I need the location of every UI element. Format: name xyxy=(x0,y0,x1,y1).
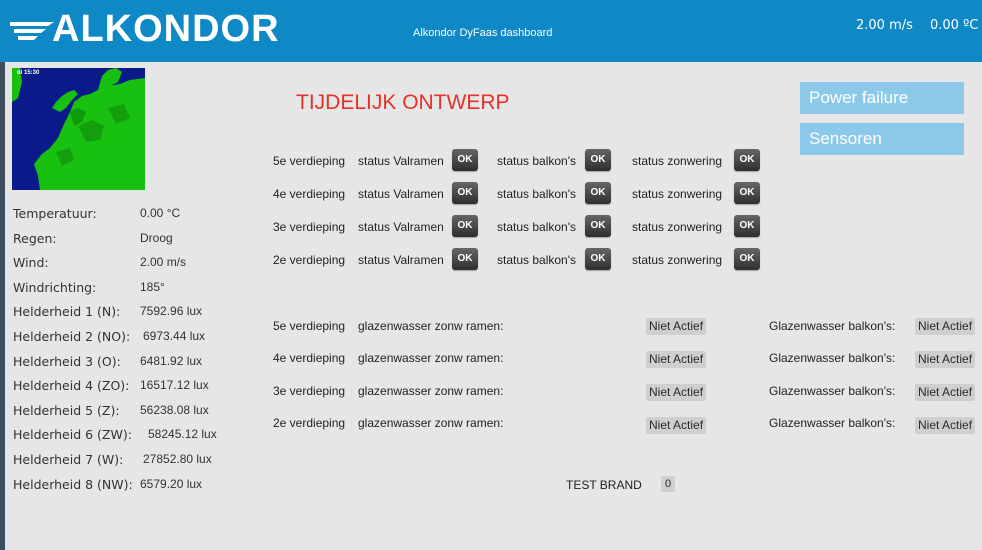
weather-row-wind: Wind: 2.00 m/s xyxy=(13,255,223,275)
valramen-ok-button[interactable]: OK xyxy=(452,182,478,204)
status-floor-label: 4e verdieping xyxy=(273,187,346,201)
status-balkon-label: status balkon's xyxy=(497,187,577,201)
status-floor-label: 5e verdieping xyxy=(273,154,346,168)
weather-value: 56238.08 lux xyxy=(140,403,209,417)
status-zonwering-label: status zonwering xyxy=(632,154,723,168)
weather-row-helderheid-6: Helderheid 6 (ZW): 58245.12 lux xyxy=(13,427,223,447)
washer-zonw-status: Niet Actief xyxy=(646,351,707,368)
washer-balkon-status: Niet Actief xyxy=(915,318,976,335)
balkon-ok-button[interactable]: OK xyxy=(585,182,611,204)
weather-label: Regen: xyxy=(13,231,57,246)
washer-balkon-status: Niet Actief xyxy=(915,417,976,434)
status-valramen-label: status Valramen xyxy=(358,187,444,201)
weather-label: Helderheid 4 (ZO): xyxy=(13,378,130,393)
status-balkon-label: status balkon's xyxy=(497,154,577,168)
washer-balkon-label: Glazenwasser balkon's: xyxy=(769,384,896,398)
status-valramen-label: status Valramen xyxy=(358,154,444,168)
status-zonwering-label: status zonwering xyxy=(632,253,723,267)
washer-floor-label: 3e verdieping xyxy=(273,384,346,398)
weather-row-helderheid-3: Helderheid 3 (O): 6481.92 lux xyxy=(13,354,223,374)
balkon-ok-button[interactable]: OK xyxy=(585,215,611,237)
status-balkon-label: status balkon's xyxy=(497,253,577,267)
washer-zonw-label: glazenwasser zonw ramen: xyxy=(358,416,504,430)
zonwering-ok-button[interactable]: OK xyxy=(734,149,760,171)
washer-balkon-label: Glazenwasser balkon's: xyxy=(769,351,896,365)
weather-row-windrichting: Windrichting: 185° xyxy=(13,280,223,300)
power-failure-button[interactable]: Power failure xyxy=(800,82,964,114)
map-time-label: di 15:30 xyxy=(17,70,40,76)
status-floor-label: 2e verdieping xyxy=(273,253,346,267)
washer-zonw-label: glazenwasser zonw ramen: xyxy=(358,319,504,333)
test-brand-value: 0 xyxy=(661,476,675,492)
washer-zonw-label: glazenwasser zonw ramen: xyxy=(358,384,504,398)
washer-balkon-status: Niet Actief xyxy=(915,384,976,401)
washer-zonw-status: Niet Actief xyxy=(646,318,707,335)
weather-value: 58245.12 lux xyxy=(148,427,217,441)
weather-label: Helderheid 5 (Z): xyxy=(13,403,120,418)
weather-label: Helderheid 1 (N): xyxy=(13,304,121,319)
weather-row-regen: Regen: Droog xyxy=(13,231,223,251)
header-wind-speed: 2.00 m/s xyxy=(856,18,913,33)
weather-value: 2.00 m/s xyxy=(140,255,187,269)
logo-text: ALKONDOR xyxy=(52,8,280,50)
weather-label: Wind: xyxy=(13,255,49,270)
status-valramen-label: status Valramen xyxy=(358,253,444,267)
zonwering-ok-button[interactable]: OK xyxy=(734,248,760,270)
washer-balkon-status: Niet Actief xyxy=(915,351,976,368)
status-floor-label: 3e verdieping xyxy=(273,220,346,234)
weather-label: Temperatuur: xyxy=(13,206,97,221)
header-bar: ALKONDOR Alkondor DyFaas dashboard 2.00 … xyxy=(0,0,982,62)
washer-zonw-status: Niet Actief xyxy=(646,384,707,401)
washer-floor-label: 4e verdieping xyxy=(273,351,346,365)
left-edge-strip xyxy=(0,0,5,550)
weather-label: Helderheid 6 (ZW): xyxy=(13,427,132,442)
weather-row-helderheid-7: Helderheid 7 (W): 27852.80 lux xyxy=(13,452,223,472)
status-zonwering-label: status zonwering xyxy=(632,220,723,234)
status-valramen-label: status Valramen xyxy=(358,220,444,234)
weather-value: 6579.20 lux xyxy=(140,477,203,491)
weather-row-temperatuur: Temperatuur: 0.00 °C xyxy=(13,206,223,226)
header-temperature: 0.00 ºC xyxy=(930,18,979,33)
alkondor-logo: ALKONDOR xyxy=(8,6,279,54)
weather-value: 27852.80 lux xyxy=(143,452,212,466)
weather-value: 7592.96 lux xyxy=(140,304,203,318)
washer-zonw-label: glazenwasser zonw ramen: xyxy=(358,351,504,365)
weather-value: 0.00 °C xyxy=(140,206,181,220)
washer-zonw-status: Niet Actief xyxy=(646,417,707,434)
status-zonwering-label: status zonwering xyxy=(632,187,723,201)
balkon-ok-button[interactable]: OK xyxy=(585,149,611,171)
weather-value: 185° xyxy=(140,280,165,294)
weather-label: Helderheid 8 (NW): xyxy=(13,477,133,492)
dashboard-title: Alkondor DyFaas dashboard xyxy=(413,27,553,39)
weather-row-helderheid-8: Helderheid 8 (NW): 6579.20 lux xyxy=(13,477,223,497)
status-balkon-label: status balkon's xyxy=(497,220,577,234)
washer-floor-label: 5e verdieping xyxy=(273,319,346,333)
zonwering-ok-button[interactable]: OK xyxy=(734,182,760,204)
weather-radar-map xyxy=(12,68,145,190)
weather-value: 6973.44 lux xyxy=(143,329,206,343)
weather-row-helderheid-5: Helderheid 5 (Z): 56238.08 lux xyxy=(13,403,223,423)
valramen-ok-button[interactable]: OK xyxy=(452,215,478,237)
weather-label: Helderheid 7 (W): xyxy=(13,452,124,467)
washer-floor-label: 2e verdieping xyxy=(273,416,346,430)
weather-value: Droog xyxy=(140,231,173,245)
weather-row-helderheid-4: Helderheid 4 (ZO): 16517.12 lux xyxy=(13,378,223,398)
weather-label: Helderheid 2 (NO): xyxy=(13,329,131,344)
sensoren-button[interactable]: Sensoren xyxy=(800,123,964,155)
weather-value: 6481.92 lux xyxy=(140,354,203,368)
weather-row-helderheid-2: Helderheid 2 (NO): 6973.44 lux xyxy=(13,329,223,349)
zonwering-ok-button[interactable]: OK xyxy=(734,215,760,237)
washer-balkon-label: Glazenwasser balkon's: xyxy=(769,416,896,430)
weather-label: Windrichting: xyxy=(13,280,97,295)
weather-label: Helderheid 3 (O): xyxy=(13,354,121,369)
weather-row-helderheid-1: Helderheid 1 (N): 7592.96 lux xyxy=(13,304,223,324)
valramen-ok-button[interactable]: OK xyxy=(452,248,478,270)
balkon-ok-button[interactable]: OK xyxy=(585,248,611,270)
washer-balkon-label: Glazenwasser balkon's: xyxy=(769,319,896,333)
draft-label: TIJDELIJK ONTWERP xyxy=(296,91,510,114)
test-brand-label: TEST BRAND xyxy=(566,478,642,492)
weather-value: 16517.12 lux xyxy=(140,378,209,392)
valramen-ok-button[interactable]: OK xyxy=(452,149,478,171)
